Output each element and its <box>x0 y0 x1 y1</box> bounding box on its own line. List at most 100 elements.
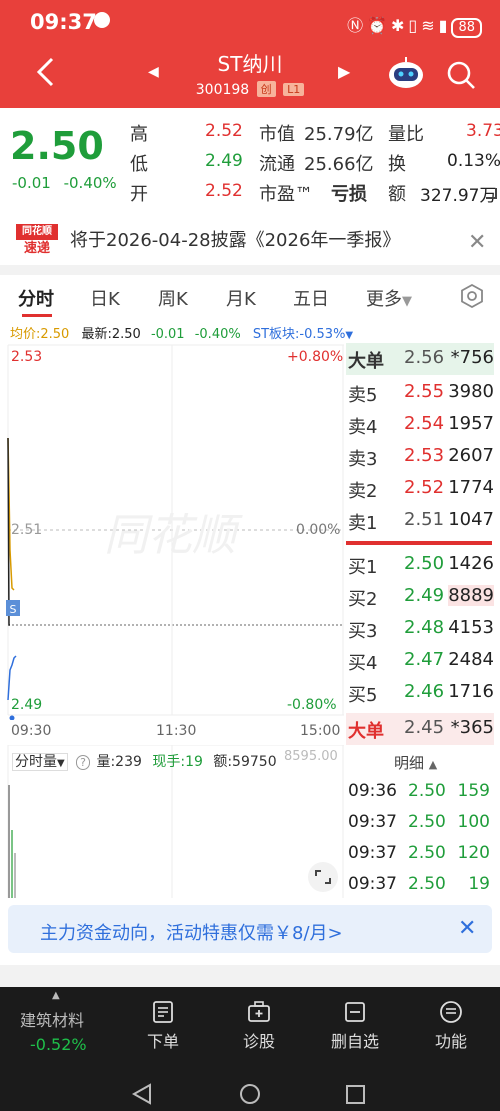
ask-row[interactable]: 卖2 2.52 1774 <box>346 473 494 505</box>
back-arrow-icon[interactable] <box>30 55 64 89</box>
tab-intraday[interactable]: 分时 <box>18 285 54 311</box>
bid-row[interactable]: 买4 2.47 2484 <box>346 645 494 677</box>
bid-row[interactable]: 买2 2.49 8889 <box>346 581 494 613</box>
ask-row[interactable]: 卖5 2.55 3980 <box>346 377 494 409</box>
sector-change: -0.52% <box>30 1035 87 1054</box>
expand-up-icon: ▲ <box>428 758 438 771</box>
watermark: 同花顺 <box>104 510 243 561</box>
tab-weekly-k[interactable]: 周K <box>158 285 188 311</box>
diagnose-button[interactable]: 诊股 <box>224 1000 294 1052</box>
low-label: 低 <box>130 154 148 175</box>
turnover-label: 换 <box>388 154 406 175</box>
ask-price: 2.54 <box>404 413 445 434</box>
battery-indicator: 88 <box>451 18 482 38</box>
detail-price: 2.50 <box>408 812 446 832</box>
close-icon[interactable]: ✕ <box>458 916 476 941</box>
promo-text[interactable]: 主力资金动向，活动特惠仅需￥8/月> <box>40 919 343 945</box>
divider <box>0 965 500 987</box>
ths-express-logo: 同花顺 速递 <box>16 224 58 260</box>
expand-corner-icon[interactable] <box>484 186 498 200</box>
big-buy-row[interactable]: 大单 2.45 *365 <box>346 713 494 745</box>
ask-vol: 1957 <box>448 413 494 434</box>
amount-label: 额 <box>388 184 406 205</box>
y-axis-top: 2.53 <box>11 349 43 365</box>
robot-assistant-icon[interactable] <box>387 56 425 90</box>
tab-monthly-k[interactable]: 月K <box>226 285 256 311</box>
vibrate-icon: ▯ <box>408 16 422 35</box>
signal-icon: ▮ <box>438 16 452 35</box>
ask-row[interactable]: 卖1 2.51 1047 <box>346 505 494 537</box>
nfc-icon: Ⓝ <box>347 16 368 35</box>
volume-max-label: 8595.00 <box>284 749 338 764</box>
tab-more-label: 更多 <box>366 289 402 310</box>
vol-ratio-label: 量比 <box>388 124 424 145</box>
system-recents-icon[interactable] <box>346 1085 365 1104</box>
ask-row[interactable]: 卖4 2.54 1957 <box>346 409 494 441</box>
level-tag: L1 <box>283 83 305 96</box>
function-button[interactable]: 功能 <box>416 1000 486 1052</box>
bid-price: 2.47 <box>404 649 445 670</box>
high-value: 2.52 <box>205 121 243 141</box>
float-value: 25.66亿 <box>304 154 374 175</box>
bid-label: 买3 <box>348 621 378 642</box>
s-marker-label: S <box>10 603 17 616</box>
bid-row[interactable]: 买5 2.46 1716 <box>346 677 494 709</box>
notice-text[interactable]: 将于2026-04-28披露《2026年一季报》 <box>70 226 400 252</box>
next-stock-icon[interactable]: ▶ <box>338 62 350 81</box>
ask-price: 2.55 <box>404 381 445 402</box>
bluetooth-icon: ✱ <box>391 16 409 35</box>
ask-label: 卖3 <box>348 449 378 470</box>
ask-price: 2.51 <box>404 509 445 530</box>
ask-vol: 1047 <box>448 509 494 530</box>
big-sell-vol: *756 <box>450 347 494 368</box>
wifi-icon: ≋ <box>421 16 439 35</box>
volume-selector-label: 分时量 <box>15 754 57 770</box>
help-icon[interactable]: ? <box>76 755 90 770</box>
fullscreen-button[interactable] <box>308 862 338 892</box>
tab-more[interactable]: 更多▼ <box>366 285 412 311</box>
caret-up-icon[interactable]: ▲ <box>52 990 60 1001</box>
bid-label: 买5 <box>348 685 378 706</box>
ask-row[interactable]: 卖3 2.53 2607 <box>346 441 494 473</box>
bid-row[interactable]: 买1 2.50 1426 <box>346 549 494 581</box>
bid-row[interactable]: 买3 2.48 4153 <box>346 613 494 645</box>
vol-ratio-value: 3.73 <box>466 121 500 141</box>
tab-five-day[interactable]: 五日 <box>293 285 329 311</box>
bid-price: 2.50 <box>404 553 445 574</box>
price-change: -0.01 -0.40% <box>12 174 117 192</box>
system-back-icon[interactable] <box>131 1083 151 1105</box>
sector-name[interactable]: 建筑材料 <box>20 1007 84 1031</box>
board-line <box>7 655 17 701</box>
system-home-icon[interactable] <box>240 1084 260 1104</box>
volume-selector[interactable]: 分时量▼ <box>12 753 68 771</box>
big-buy-price: 2.45 <box>404 717 445 738</box>
close-icon[interactable]: ✕ <box>468 230 486 255</box>
dropdown-icon: ▼ <box>57 758 65 769</box>
detail-header[interactable]: 明细 ▲ <box>394 752 437 773</box>
big-sell-price: 2.56 <box>404 347 445 368</box>
dropdown-icon[interactable]: ▼ <box>345 330 353 341</box>
detail-time: 09:36 <box>348 781 397 801</box>
detail-vol: 159 <box>457 781 490 801</box>
status-time: 09:37 <box>30 10 97 34</box>
big-sell-row[interactable]: 大单 2.56 *756 <box>346 343 494 375</box>
order-label: 下单 <box>146 1032 179 1051</box>
tab-daily-k[interactable]: 日K <box>90 285 120 311</box>
x-axis-close: 15:00 <box>300 723 341 739</box>
bid-label: 买4 <box>348 653 378 674</box>
settings-hexagon-icon[interactable] <box>460 284 484 308</box>
remove-watchlist-button[interactable]: 删自选 <box>320 1000 390 1052</box>
intraday-chart[interactable]: 同花顺 S <box>0 340 344 720</box>
minus-box-icon <box>345 1002 365 1022</box>
open-label: 开 <box>130 184 148 205</box>
order-button[interactable]: 下单 <box>128 1000 198 1052</box>
open-value: 2.52 <box>205 181 243 201</box>
message-icon <box>94 12 110 28</box>
dropdown-icon: ▼ <box>402 294 412 309</box>
y-axis-mid: 2.51 <box>11 522 43 538</box>
alarm-icon: ⏰ <box>367 16 392 35</box>
y-axis-bottom: 2.49 <box>11 697 43 713</box>
current-hand: 现手:19 <box>152 754 203 770</box>
search-icon[interactable] <box>446 60 476 90</box>
ask-price: 2.53 <box>404 445 445 466</box>
